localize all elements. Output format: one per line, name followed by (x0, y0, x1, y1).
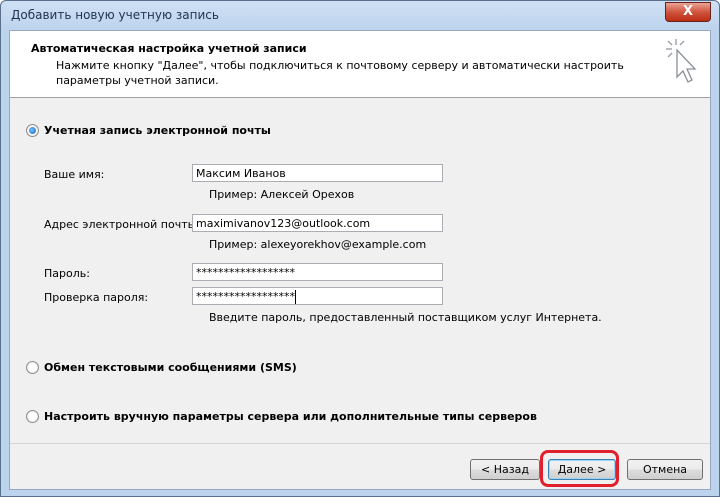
manual-setup-label: Настроить вручную параметры сервера или … (44, 410, 537, 423)
sms-radio[interactable] (26, 361, 39, 374)
option-manual-setup[interactable]: Настроить вручную параметры сервера или … (26, 410, 537, 423)
footer-divider (10, 443, 710, 444)
dialog-body: Автоматическая настройка учетной записи … (9, 30, 711, 490)
back-button[interactable]: < Назад (470, 459, 540, 480)
option-sms[interactable]: Обмен текстовыми сообщениями (SMS) (26, 361, 297, 374)
text-caret (295, 290, 296, 304)
password-field[interactable]: ****************** (192, 263, 443, 281)
password-confirm-value: ****************** (196, 290, 295, 303)
option-email-account[interactable]: Учетная запись электронной почты (26, 124, 271, 137)
email-account-label: Учетная запись электронной почты (44, 124, 271, 137)
manual-setup-radio[interactable] (26, 410, 39, 423)
email-field[interactable]: maximivanov123@outlook.com (192, 214, 443, 232)
sms-label: Обмен текстовыми сообщениями (SMS) (44, 361, 297, 374)
email-hint: Пример: alexeyorekhov@example.com (209, 238, 427, 251)
title-bar: Добавить новую учетную запись X (1, 1, 719, 28)
password-confirm-label: Проверка пароля: (44, 291, 149, 304)
password-label: Пароль: (44, 267, 90, 280)
email-account-radio[interactable] (26, 124, 39, 137)
add-account-dialog: Добавить новую учетную запись X Автомати… (0, 0, 720, 497)
header-title: Автоматическая настройка учетной записи (31, 42, 307, 55)
password-confirm-field[interactable]: ****************** (192, 287, 443, 305)
name-field[interactable]: Максим Иванов (192, 164, 443, 182)
name-hint: Пример: Алексей Орехов (209, 188, 355, 201)
name-label: Ваше имя: (44, 168, 105, 181)
next-button-highlight (540, 450, 619, 487)
wizard-header: Автоматическая настройка учетной записи … (10, 31, 710, 98)
password-hint: Введите пароль, предоставленный поставщи… (209, 311, 602, 324)
close-button[interactable]: X (665, 2, 711, 22)
window-title: Добавить новую учетную запись (11, 8, 219, 22)
email-label: Адрес электронной почты: (44, 218, 201, 231)
header-description: Нажмите кнопку "Далее", чтобы подключить… (56, 59, 624, 87)
cursor-click-icon (666, 39, 697, 83)
cancel-button[interactable]: Отмена (627, 459, 703, 480)
